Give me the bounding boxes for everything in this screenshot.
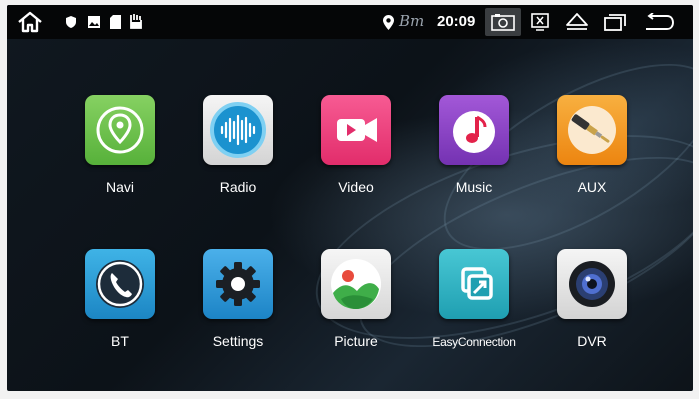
clock: 20:09 [437, 13, 476, 30]
app-dvr[interactable]: DVR [537, 249, 647, 359]
app-aux[interactable]: AUX [537, 95, 647, 205]
music-icon [439, 95, 509, 165]
bluetooth-status-text: Bт [399, 12, 425, 30]
app-navi[interactable]: Navi [65, 95, 175, 205]
eject-icon[interactable] [563, 10, 591, 34]
picture-icon [321, 249, 391, 319]
status-bar: Bт 20:09 [7, 5, 693, 39]
home-icon[interactable] [15, 9, 45, 35]
aux-icon [557, 95, 627, 165]
app-settings[interactable]: Settings [183, 249, 293, 359]
shield-notification-icon [65, 15, 77, 29]
navi-icon [85, 95, 155, 165]
location-pin-icon [381, 13, 395, 31]
settings-gear-icon [203, 249, 273, 319]
app-radio[interactable]: Radio [183, 95, 293, 205]
app-picture[interactable]: Picture [301, 249, 411, 359]
app-label: Navi [105, 179, 134, 195]
back-icon[interactable] [641, 10, 677, 34]
app-label: DVR [577, 333, 607, 349]
close-window-icon[interactable] [527, 10, 553, 34]
app-bt[interactable]: BT [65, 249, 175, 359]
app-label: Music [455, 179, 493, 195]
screenshot-icon[interactable] [485, 8, 521, 36]
app-label: Settings [212, 333, 264, 349]
easyconnection-icon [439, 249, 509, 319]
dvr-camera-icon [557, 249, 627, 319]
launcher-screen: Bт 20:09 Navi Radio Video Music AUX BT S… [7, 5, 693, 391]
bt-phone-icon [85, 249, 155, 319]
image-notification-icon [87, 15, 101, 29]
recent-apps-icon[interactable] [601, 10, 629, 34]
app-label: AUX [577, 179, 607, 195]
app-music[interactable]: Music [419, 95, 529, 205]
app-label: EasyConnection [432, 335, 516, 349]
app-video[interactable]: Video [301, 95, 411, 205]
app-label: BT [111, 333, 129, 349]
app-label: Video [338, 179, 374, 195]
app-easyconnection[interactable]: EasyConnection [419, 249, 529, 359]
sd-card-icon [108, 14, 122, 30]
app-label: Radio [219, 179, 257, 195]
video-icon [321, 95, 391, 165]
usb-hand-icon [129, 13, 143, 31]
radio-icon [203, 95, 273, 165]
app-label: Picture [334, 333, 378, 349]
